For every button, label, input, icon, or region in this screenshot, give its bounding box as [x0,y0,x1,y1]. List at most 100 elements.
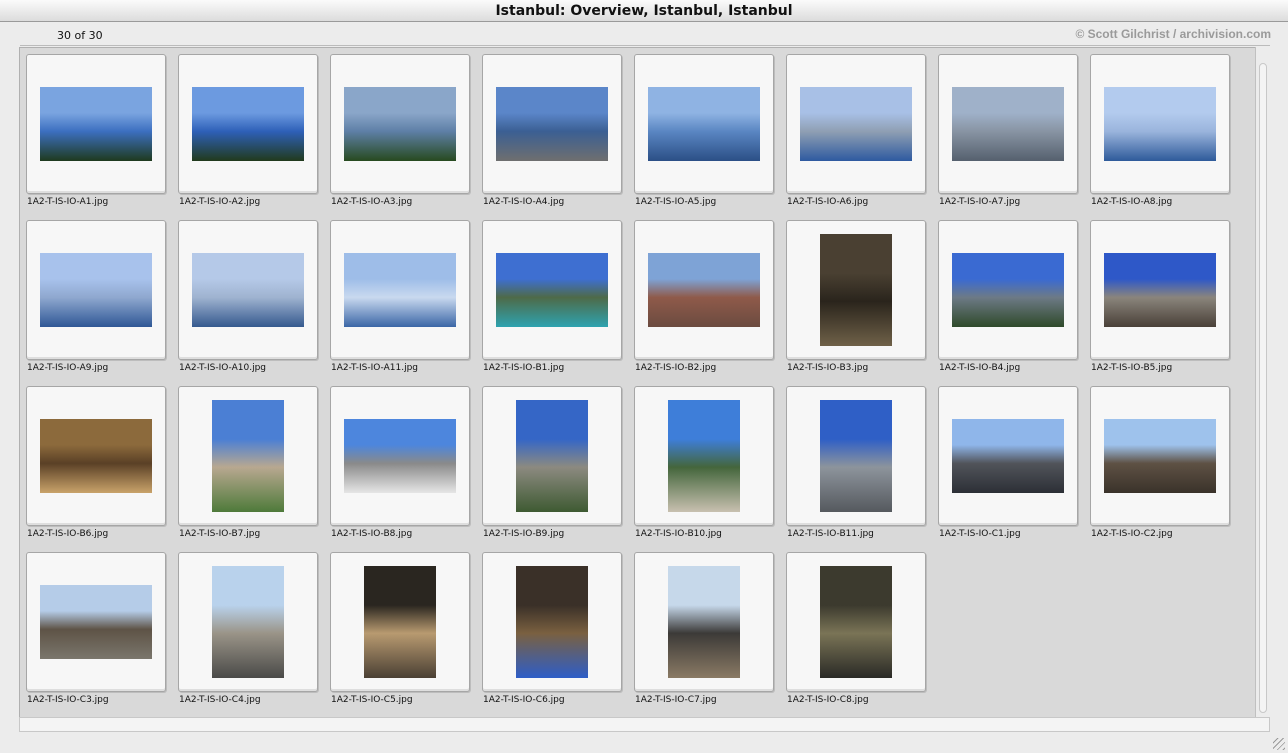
thumbnail-image[interactable] [668,400,740,512]
thumbnail-tile[interactable] [178,220,318,360]
thumbnail-image[interactable] [192,87,304,161]
thumbnail-grid: 1A2-T-IS-IO-A1.jpg 1A2-T-IS-IO-A2.jpg 1A2-… [19,47,1255,717]
thumbnail-filename: 1A2-T-IS-IO-B7.jpg [179,529,261,539]
thumbnail-filename: 1A2-T-IS-IO-A10.jpg [179,363,266,373]
thumbnail-image[interactable] [648,87,760,161]
thumbnail-filename: 1A2-T-IS-IO-C2.jpg [1091,529,1173,539]
thumbnail-image[interactable] [40,87,152,161]
header-divider [20,45,1270,46]
thumbnail-image[interactable] [344,419,456,493]
thumbnail-image[interactable] [496,87,608,161]
thumbnail-image[interactable] [40,585,152,659]
thumbnail-tile[interactable] [786,552,926,692]
thumbnail-filename: 1A2-T-IS-IO-B6.jpg [27,529,109,539]
thumbnail-tile[interactable] [330,54,470,194]
thumbnail-filename: 1A2-T-IS-IO-C5.jpg [331,695,413,705]
thumbnail-image[interactable] [192,253,304,327]
thumbnail-tile[interactable] [330,386,470,526]
thumbnail-image[interactable] [820,566,892,678]
thumbnail-image[interactable] [952,253,1064,327]
thumbnail-tile[interactable] [938,54,1078,194]
thumbnail-tile[interactable] [1090,220,1230,360]
thumbnail-tile[interactable] [634,386,774,526]
thumbnail-filename: 1A2-T-IS-IO-B1.jpg [483,363,565,373]
thumbnail-image[interactable] [364,566,436,678]
thumbnail-tile[interactable] [26,54,166,194]
thumbnail-filename: 1A2-T-IS-IO-C6.jpg [483,695,565,705]
thumbnail-image[interactable] [648,253,760,327]
thumbnail-tile[interactable] [26,386,166,526]
thumbnail-filename: 1A2-T-IS-IO-A5.jpg [635,197,717,207]
thumbnail-filename: 1A2-T-IS-IO-B4.jpg [939,363,1021,373]
thumbnail-image[interactable] [952,419,1064,493]
thumbnail-filename: 1A2-T-IS-IO-B10.jpg [635,529,722,539]
thumbnail-image[interactable] [668,566,740,678]
thumbnail-filename: 1A2-T-IS-IO-B8.jpg [331,529,413,539]
thumbnail-tile[interactable] [634,220,774,360]
thumbnail-image[interactable] [40,419,152,493]
thumbnail-tile[interactable] [634,54,774,194]
thumbnail-tile[interactable] [634,552,774,692]
thumbnail-image[interactable] [1104,419,1216,493]
thumbnail-filename: 1A2-T-IS-IO-B5.jpg [1091,363,1173,373]
thumbnail-filename: 1A2-T-IS-IO-C7.jpg [635,695,717,705]
thumbnail-tile[interactable] [1090,386,1230,526]
thumbnail-image[interactable] [1104,253,1216,327]
thumbnail-filename: 1A2-T-IS-IO-A1.jpg [27,197,109,207]
browser-window: Istanbul: Overview, Istanbul, Istanbul 3… [0,0,1288,753]
thumbnail-filename: 1A2-T-IS-IO-A3.jpg [331,197,413,207]
thumbnail-tile[interactable] [482,220,622,360]
window-title: Istanbul: Overview, Istanbul, Istanbul [0,0,1288,22]
thumbnail-filename: 1A2-T-IS-IO-A11.jpg [331,363,418,373]
thumbnail-tile[interactable] [26,220,166,360]
thumbnail-image[interactable] [820,400,892,512]
thumbnail-tile[interactable] [178,552,318,692]
thumbnail-filename: 1A2-T-IS-IO-A7.jpg [939,197,1021,207]
thumbnail-tile[interactable] [786,386,926,526]
thumbnail-tile[interactable] [330,552,470,692]
thumbnail-tile[interactable] [786,220,926,360]
thumbnail-filename: 1A2-T-IS-IO-B2.jpg [635,363,717,373]
thumbnail-image[interactable] [516,400,588,512]
thumbnail-image[interactable] [820,234,892,346]
thumbnail-filename: 1A2-T-IS-IO-A2.jpg [179,197,261,207]
thumbnail-tile[interactable] [938,386,1078,526]
resize-grip-icon[interactable] [1273,738,1285,750]
thumbnail-filename: 1A2-T-IS-IO-B9.jpg [483,529,565,539]
thumbnail-tile[interactable] [482,552,622,692]
thumbnail-filename: 1A2-T-IS-IO-C8.jpg [787,695,869,705]
thumbnail-tile[interactable] [482,54,622,194]
vertical-scrollbar[interactable] [1255,47,1270,717]
thumbnail-filename: 1A2-T-IS-IO-B3.jpg [787,363,869,373]
thumbnail-image[interactable] [40,253,152,327]
thumbnail-filename: 1A2-T-IS-IO-C1.jpg [939,529,1021,539]
thumbnail-image[interactable] [1104,87,1216,161]
thumbnail-tile[interactable] [786,54,926,194]
thumbnail-filename: 1A2-T-IS-IO-C4.jpg [179,695,261,705]
thumbnail-filename: 1A2-T-IS-IO-A9.jpg [27,363,109,373]
thumbnail-tile[interactable] [938,220,1078,360]
thumbnail-filename: 1A2-T-IS-IO-A8.jpg [1091,197,1173,207]
thumbnail-tile[interactable] [482,386,622,526]
thumbnail-filename: 1A2-T-IS-IO-A6.jpg [787,197,869,207]
thumbnail-image[interactable] [952,87,1064,161]
thumbnail-tile[interactable] [26,552,166,692]
thumbnail-image[interactable] [212,566,284,678]
horizontal-scrollbar[interactable] [19,717,1270,732]
thumbnail-tile[interactable] [1090,54,1230,194]
thumbnail-tile[interactable] [330,220,470,360]
thumbnail-tile[interactable] [178,54,318,194]
thumbnail-image[interactable] [800,87,912,161]
thumbnail-image[interactable] [212,400,284,512]
thumbnail-image[interactable] [344,253,456,327]
thumbnail-tile[interactable] [178,386,318,526]
thumbnail-image[interactable] [344,87,456,161]
thumbnail-filename: 1A2-T-IS-IO-B11.jpg [787,529,874,539]
thumbnail-filename: 1A2-T-IS-IO-A4.jpg [483,197,565,207]
thumbnail-filename: 1A2-T-IS-IO-C3.jpg [27,695,109,705]
thumbnail-image[interactable] [516,566,588,678]
vertical-scroll-track[interactable] [1259,63,1267,713]
credit-line: © Scott Gilchrist / archivision.com [1075,27,1271,41]
thumbnail-image[interactable] [496,253,608,327]
image-count: 30 of 30 [57,29,103,42]
